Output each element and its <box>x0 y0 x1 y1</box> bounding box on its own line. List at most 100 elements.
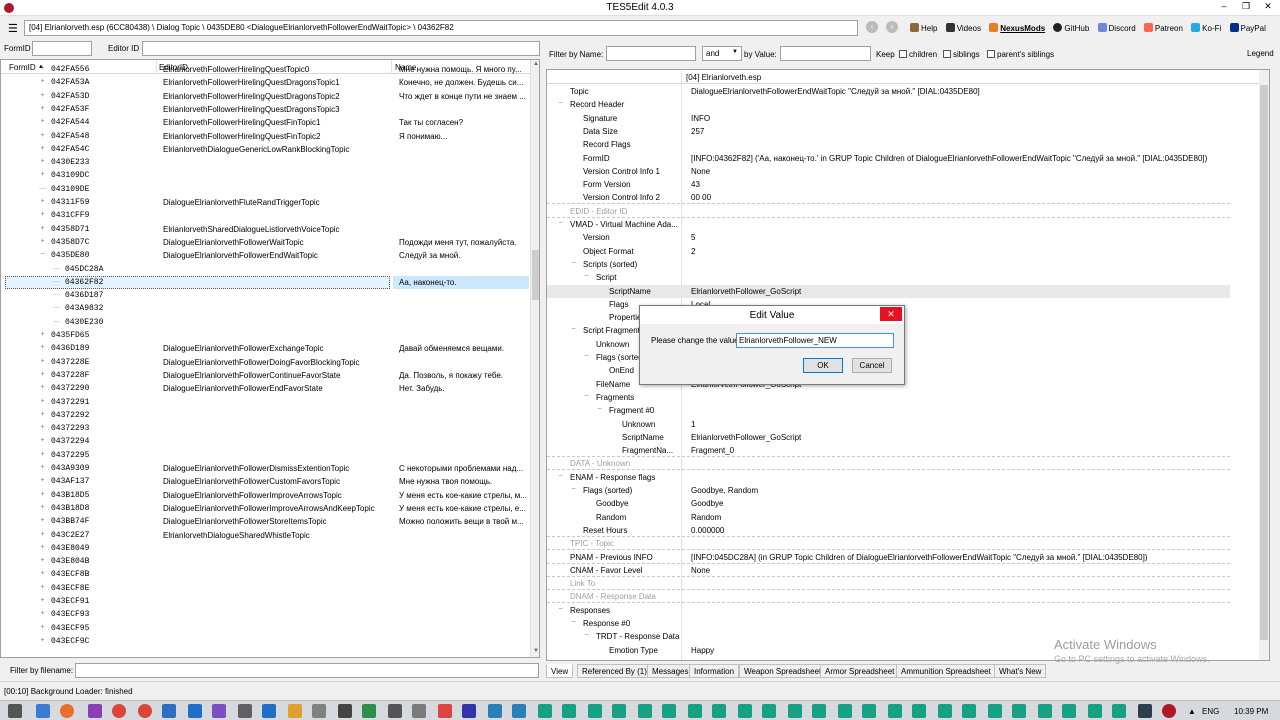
record-field-row[interactable]: − Scripts (sorted) <box>547 258 1230 271</box>
tree-row[interactable]: +043A9309 DialogueElrianlorvethFollowerDi… <box>1 462 530 475</box>
app-icon[interactable] <box>812 704 826 718</box>
tree-row[interactable]: — 0430E230 <box>1 316 530 329</box>
start-icon[interactable] <box>8 704 22 718</box>
record-field-row[interactable]: Reset Hours 0.000000 <box>547 524 1230 537</box>
tree-row[interactable]: +04358D7C DialogueElrianlorvethFollowerWa… <box>1 236 530 249</box>
expand-icon[interactable]: + <box>39 358 46 365</box>
app-icon[interactable] <box>638 704 652 718</box>
record-field-row[interactable]: PNAM - Previous INFO [INFO:045DC28A] (in … <box>547 551 1230 564</box>
tes5edit-taskbar-icon[interactable] <box>1162 704 1176 718</box>
expand-icon[interactable]: + <box>39 398 46 405</box>
app-icon[interactable] <box>712 704 726 718</box>
tree-row[interactable]: +04311F59 DialogueElrianlorvethFluteRandT… <box>1 196 530 209</box>
clock[interactable]: 10:39 PM <box>1234 707 1268 716</box>
tree-row[interactable]: +043ECF91 <box>1 595 530 608</box>
record-field-row[interactable]: − Response #0 <box>547 617 1230 630</box>
keep-siblings-checkbox[interactable]: siblings <box>943 50 980 59</box>
app-icon[interactable] <box>88 704 102 718</box>
expand-icon[interactable]: + <box>39 238 46 245</box>
scroll-up-icon[interactable]: ▲ <box>531 61 539 67</box>
expand-icon[interactable]: + <box>39 504 46 511</box>
collapse-icon[interactable]: − <box>557 220 564 227</box>
collapse-icon[interactable]: − <box>583 353 590 360</box>
dialog-close-icon[interactable]: ✕ <box>880 307 902 321</box>
app-icon[interactable] <box>338 704 352 718</box>
record-path-field[interactable]: [04] Elrianlorveth.esp (6CC80438) \ Dial… <box>24 20 858 36</box>
app-icon[interactable] <box>362 704 376 718</box>
app-icon[interactable] <box>462 704 476 718</box>
discord-link[interactable]: Discord <box>1097 23 1136 33</box>
expand-icon[interactable]: + <box>39 584 46 591</box>
tree-row[interactable]: +04372292 <box>1 409 530 422</box>
tab-ammunition-spreadsheet[interactable]: Ammunition Spreadsheet <box>896 664 996 678</box>
and-or-select[interactable]: and ▼ <box>702 46 742 61</box>
record-field-row[interactable]: − Script <box>547 271 1230 284</box>
tree-row[interactable]: — 0436D187 <box>1 289 530 302</box>
patreon-link[interactable]: Patreon <box>1143 23 1183 33</box>
expand-icon[interactable]: + <box>39 464 46 471</box>
expand-icon[interactable]: + <box>39 344 46 351</box>
app-icon[interactable] <box>1062 704 1076 718</box>
record-field-row[interactable]: CNAM - Favor Level None <box>547 564 1230 577</box>
tab-messages[interactable]: Messages <box>647 664 694 678</box>
app-icon[interactable] <box>538 704 552 718</box>
record-field-row[interactable]: ScriptName ElrianlorvethFollower_GoScript <box>547 431 1230 444</box>
tree-row[interactable]: +042FA556 ElrianlorvethFollowerHirelingQu… <box>1 63 530 76</box>
legend-button[interactable]: Legend <box>1247 49 1274 58</box>
app-icon[interactable] <box>862 704 876 718</box>
tree-row[interactable]: +042FA53A ElrianlorvethFollowerHirelingQu… <box>1 76 530 89</box>
expand-icon[interactable]: + <box>39 411 46 418</box>
tree-row[interactable]: +043B18D5 DialogueElrianlorvethFollowerIm… <box>1 489 530 502</box>
tree-row[interactable]: +0437228E DialogueElrianlorvethFollowerDo… <box>1 356 530 369</box>
keep-children-checkbox[interactable]: children <box>899 50 937 59</box>
record-field-row[interactable]: DNAM - Response Data <box>547 590 1230 604</box>
expand-icon[interactable]: + <box>39 477 46 484</box>
tree-row[interactable]: +0431CFF9 <box>1 209 530 222</box>
record-field-row[interactable]: − Record Header <box>547 98 1230 111</box>
expand-icon[interactable]: + <box>39 158 46 165</box>
nexusmods-link[interactable]: NexusMods <box>989 23 1045 33</box>
expand-icon[interactable]: + <box>39 118 46 125</box>
tree-scrollbar[interactable]: ▲ ▼ <box>530 60 539 657</box>
record-field-row[interactable]: Version Control Info 1 None <box>547 165 1230 178</box>
tree-row[interactable]: +043C2E27 ElrianlorvethDialogueSharedWhis… <box>1 529 530 542</box>
record-field-row[interactable]: Unknown 1 <box>547 418 1230 431</box>
tree-row[interactable]: −0435DE80 DialogueElrianlorvethFollowerEn… <box>1 249 530 262</box>
tree-row[interactable]: — 043A9832 <box>1 302 530 315</box>
photoshop-icon[interactable] <box>188 704 202 718</box>
tree-row[interactable]: +04372295 <box>1 449 530 462</box>
app-icon[interactable] <box>562 704 576 718</box>
record-field-row[interactable]: FormID [INFO:04362F82] ('Аа, наконец-то.'… <box>547 152 1230 165</box>
collapse-icon[interactable]: − <box>570 260 577 267</box>
word-icon[interactable] <box>162 704 176 718</box>
scroll-down-icon[interactable]: ▼ <box>531 648 539 654</box>
record-field-row[interactable]: Object Format 2 <box>547 245 1230 258</box>
expand-icon[interactable]: + <box>39 610 46 617</box>
expand-icon[interactable]: + <box>39 145 46 152</box>
app-icon[interactable] <box>688 704 702 718</box>
app-icon[interactable] <box>788 704 802 718</box>
tree-scrollbar-thumb[interactable] <box>532 250 539 300</box>
expand-icon[interactable]: + <box>39 331 46 338</box>
forward-icon[interactable]: › <box>886 21 898 33</box>
tree-row[interactable]: +042FA544 ElrianlorvethFollowerHirelingQu… <box>1 116 530 129</box>
record-field-row[interactable]: Goodbye Goodbye <box>547 497 1230 510</box>
tree-row[interactable]: +043B18D8 DialogueElrianlorvethFollowerIm… <box>1 502 530 515</box>
ok-button[interactable]: OK <box>803 358 843 373</box>
record-scrollbar-thumb[interactable] <box>1260 85 1268 640</box>
record-field-row[interactable]: DATA - Unknown <box>547 457 1230 471</box>
expand-icon[interactable]: + <box>39 544 46 551</box>
minimize-button[interactable]: – <box>1216 1 1232 11</box>
collapse-icon[interactable]: − <box>39 251 46 258</box>
app-icon[interactable] <box>512 704 526 718</box>
collapse-icon[interactable]: − <box>557 100 564 107</box>
record-field-row[interactable]: TPIC - Topic <box>547 537 1230 551</box>
app-icon[interactable] <box>412 704 426 718</box>
filename-filter-input[interactable] <box>75 663 539 678</box>
app-icon[interactable] <box>838 704 852 718</box>
tree-row[interactable]: — 045DC28A <box>1 263 530 276</box>
folder-icon[interactable] <box>288 704 302 718</box>
tree-row[interactable]: — 04362F82 Аа, наконец-то. <box>1 275 530 289</box>
back-icon[interactable]: ‹ <box>866 21 878 33</box>
record-field-row[interactable]: Version 5 <box>547 231 1230 244</box>
